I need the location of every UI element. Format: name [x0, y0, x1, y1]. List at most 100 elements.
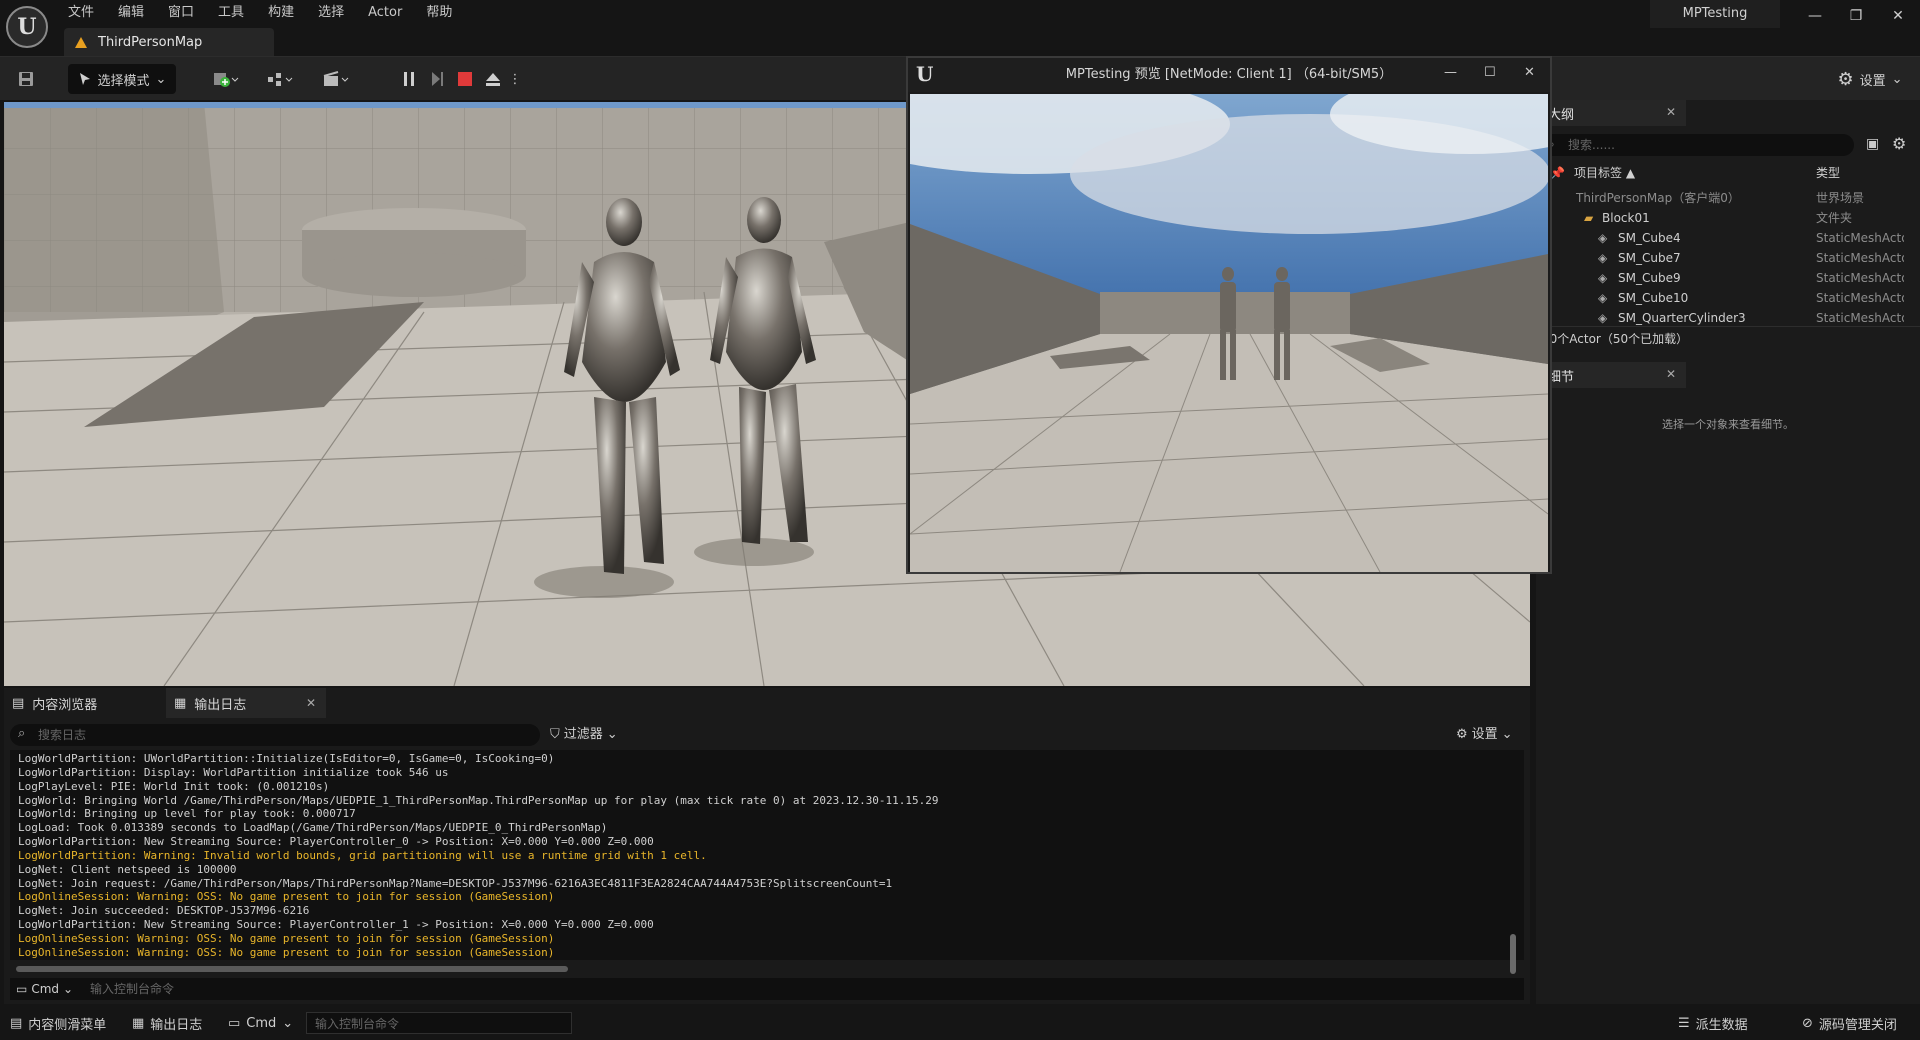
log-line: LogNet: Join succeeded: DESKTOP-J537M96-… [18, 904, 310, 918]
side-panel: 大纲 ✕ 搜索...... ⌕ ▣ ⚙ 📌 项目标签 ▲ 类型 ThirdPer… [1536, 100, 1920, 1004]
menu-select[interactable]: 选择 [306, 3, 356, 23]
content-browser-label: 内容浏览器 [32, 697, 98, 713]
log-settings-dropdown[interactable]: ⚙ 设置 ⌄ [1456, 724, 1513, 746]
tree-item-name: SM_Cube4 [1618, 231, 1681, 245]
minimize-button[interactable]: — [1795, 4, 1835, 28]
log-line: LogWorldPartition: New Streaming Source:… [18, 835, 654, 849]
menu-build[interactable]: 构建 [256, 3, 306, 23]
tree-item-name: SM_Cube7 [1618, 251, 1681, 265]
filter-label: 过滤器 [563, 727, 603, 742]
editor-settings-button[interactable]: ⚙ 设置 ⌄ [1830, 64, 1910, 94]
horizontal-scrollbar[interactable] [16, 966, 568, 972]
settings-label: 设置 [1859, 73, 1886, 89]
source-control-button[interactable]: ⊘ 源码管理关闭 [1802, 1006, 1897, 1040]
vertical-scrollbar[interactable] [1510, 934, 1516, 974]
maximize-button[interactable]: ☐ [1484, 65, 1496, 80]
content-drawer-icon: ▤ [10, 1015, 23, 1031]
column-item-label[interactable]: 项目标签 ▲ [1574, 162, 1635, 184]
menu-window[interactable]: 窗口 [156, 3, 206, 23]
chevron-down-icon: ⌄ [606, 727, 618, 742]
tree-row[interactable]: ◈ SM_Cube7 StaticMeshActor [1536, 248, 1906, 268]
frame-skip-icon[interactable] [424, 64, 450, 94]
client-game-view[interactable] [910, 94, 1548, 572]
outliner-search-input[interactable]: 搜索...... [1542, 134, 1854, 156]
client-scene[interactable] [910, 94, 1548, 572]
tree-item-type: StaticMeshActor [1816, 311, 1904, 325]
gear-icon: ⚙ [1456, 727, 1468, 742]
save-icon[interactable] [12, 64, 40, 94]
output-log-button[interactable]: ▦ 输出日志 [132, 1006, 202, 1040]
gear-icon: ⚙ [1837, 68, 1854, 90]
tree-row[interactable]: ◈ SM_Cube9 StaticMeshActor [1536, 268, 1906, 288]
static-mesh-icon: ◈ [1598, 271, 1608, 285]
output-log[interactable]: LogWorldPartition: UWorldPartition::Init… [10, 750, 1524, 960]
content-browser-icon: ▤ [12, 695, 25, 711]
log-line: LogPlayLevel: PIE: World Init took: (0.0… [18, 779, 330, 793]
tree-item-name: Block01 [1602, 211, 1650, 225]
blueprint-icon[interactable] [260, 64, 300, 94]
title-bar: U 文件 编辑 窗口 工具 构建 选择 Actor 帮助 ThirdPerson… [0, 0, 1920, 56]
pie-client-window[interactable]: U MPTesting 预览 [NetMode: Client 1] （64-b… [906, 56, 1552, 574]
eject-icon[interactable] [480, 64, 506, 94]
status-bar: ▤ 内容侧滑菜单 ▦ 输出日志 ▭ Cmd ⌄ 输入控制台命令 ☰ 派生数据 ⊘… [0, 1006, 1920, 1040]
menu-tools[interactable]: 工具 [206, 3, 256, 23]
client-titlebar[interactable]: U MPTesting 预览 [NetMode: Client 1] （64-b… [908, 58, 1550, 92]
tab-details[interactable]: 细节 ✕ [1536, 362, 1686, 388]
menu-file[interactable]: 文件 [56, 3, 106, 23]
select-mode-dropdown[interactable]: 选择模式 ⌄ [68, 64, 176, 94]
close-icon[interactable]: ✕ [306, 696, 316, 710]
log-line: LogWorldPartition: Warning: Invalid worl… [18, 848, 707, 862]
chevron-down-icon: ⌄ [282, 1015, 294, 1031]
pause-icon[interactable] [396, 64, 422, 94]
cmd-status-label: Cmd [246, 1015, 277, 1031]
close-button[interactable]: ✕ [1878, 4, 1918, 28]
tree-row[interactable]: ▰ Block01 文件夹 [1536, 208, 1906, 228]
static-mesh-icon: ◈ [1598, 311, 1608, 325]
stop-icon[interactable] [452, 64, 478, 94]
output-log-status-label: 输出日志 [150, 1017, 203, 1033]
pin-icon[interactable]: 📌 [1550, 162, 1565, 184]
cinematics-icon[interactable] [316, 64, 356, 94]
tab-content-browser[interactable]: ▤ 内容浏览器 [4, 688, 164, 718]
close-icon[interactable]: ✕ [1666, 367, 1676, 381]
tree-item-name: SM_Cube10 [1618, 291, 1689, 305]
level-tab-label: ThirdPersonMap [98, 34, 203, 50]
chevron-down-icon: ⌄ [155, 71, 167, 87]
add-folder-icon[interactable]: ▣ [1866, 136, 1879, 152]
menu-help[interactable]: 帮助 [414, 3, 464, 23]
filter-dropdown[interactable]: ⛉ 过滤器 ⌄ [550, 724, 618, 746]
more-options-icon[interactable]: ⋮ [508, 64, 522, 94]
output-log-label: 输出日志 [194, 697, 247, 713]
menu-actor[interactable]: Actor [356, 3, 414, 23]
cmd-dropdown[interactable]: ▭ Cmd ⌄ [228, 1006, 293, 1040]
content-drawer-button[interactable]: ▤ 内容侧滑菜单 [10, 1006, 106, 1040]
tree-item-type: StaticMeshActor [1816, 271, 1904, 285]
add-actor-icon[interactable] [206, 64, 246, 94]
tree-row[interactable]: ◈ SM_Cube4 StaticMeshActor [1536, 228, 1906, 248]
tree-row[interactable]: ◈ SM_QuarterCylinder3 StaticMeshActor [1536, 308, 1906, 328]
close-icon[interactable]: ✕ [1666, 105, 1676, 119]
minimize-button[interactable]: — [1444, 65, 1457, 80]
content-drawer-label: 内容侧滑菜单 [28, 1017, 107, 1033]
unreal-logo-icon[interactable]: U [6, 6, 48, 48]
level-tab[interactable]: ThirdPersonMap [64, 28, 274, 56]
select-mode-label: 选择模式 [97, 73, 150, 89]
restore-button[interactable]: ❐ [1836, 4, 1876, 28]
tab-outliner[interactable]: 大纲 ✕ [1536, 100, 1686, 126]
derived-data-label: 派生数据 [1695, 1017, 1748, 1033]
log-search-input[interactable]: 搜索日志 [10, 724, 540, 746]
tree-row[interactable]: ThirdPersonMap（客户端0） 世界场景 [1536, 188, 1906, 208]
menu-edit[interactable]: 编辑 [106, 3, 156, 23]
derived-data-button[interactable]: ☰ 派生数据 [1678, 1006, 1748, 1040]
output-log-icon: ▦ [174, 695, 187, 711]
gear-icon[interactable]: ⚙ [1892, 134, 1906, 153]
tree-row[interactable]: ◈ SM_Cube10 StaticMeshActor [1536, 288, 1906, 308]
console-input[interactable]: 输入控制台命令 [90, 978, 1510, 1000]
derived-data-icon: ☰ [1678, 1015, 1690, 1031]
column-type[interactable]: 类型 [1816, 162, 1840, 184]
tab-output-log[interactable]: ▦ 输出日志 ✕ [166, 688, 326, 718]
static-mesh-icon: ◈ [1598, 251, 1608, 265]
close-button[interactable]: ✕ [1524, 65, 1535, 80]
console-input[interactable]: 输入控制台命令 [306, 1012, 572, 1034]
cmd-dropdown[interactable]: ▭ Cmd ⌄ [16, 978, 73, 1000]
